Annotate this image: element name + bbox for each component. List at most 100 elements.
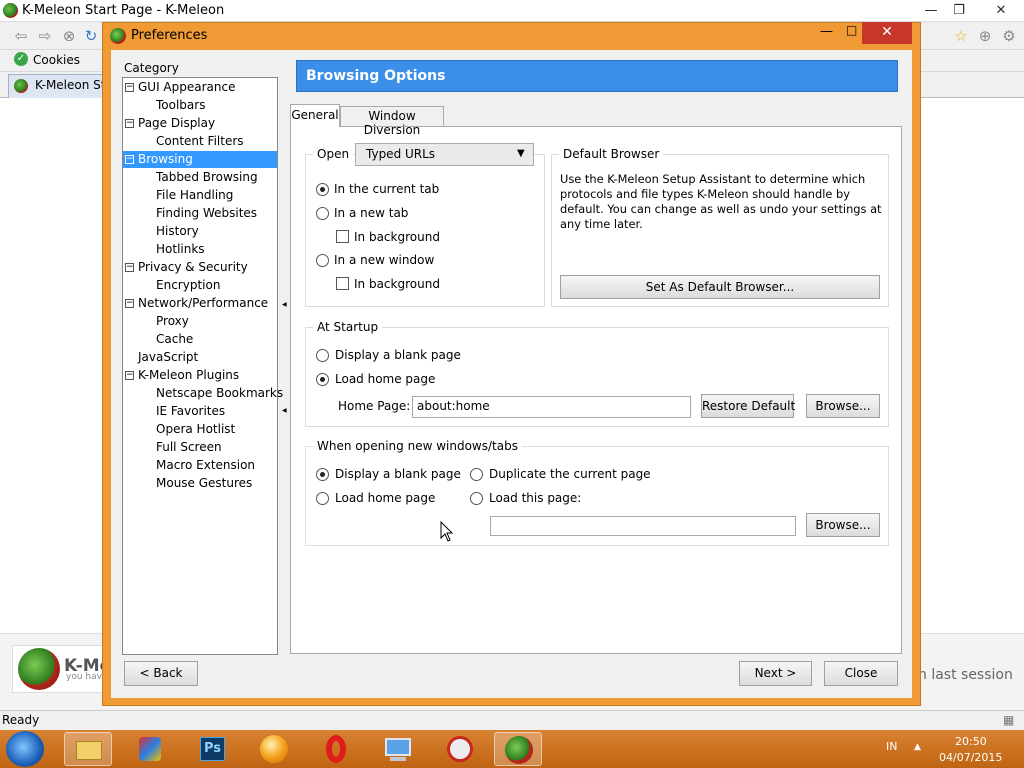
tray-chevron-icon[interactable]: ▲ xyxy=(914,742,921,752)
radio-new-tab[interactable] xyxy=(316,207,329,220)
restore-default-button[interactable]: Restore Default xyxy=(701,394,795,418)
clock-date[interactable]: 04/07/2015 xyxy=(939,751,1002,764)
tree-item[interactable]: JavaScript xyxy=(135,349,201,366)
status-bar: Ready xyxy=(0,710,1024,730)
startup-blank-label: Display a blank page xyxy=(335,348,461,362)
dialog-logo-icon xyxy=(110,28,126,44)
dialog-minimize-icon[interactable]: — xyxy=(820,24,833,39)
gear-icon[interactable]: ⚙ xyxy=(1000,27,1018,45)
browse-new-page-button[interactable]: Browse... xyxy=(806,513,880,537)
tree-item[interactable]: Netscape Bookmarks xyxy=(153,385,286,402)
restore-icon[interactable]: ❐ xyxy=(944,0,974,22)
category-tree[interactable]: − GUI Appearance Toolbars − Page Display Cont… xyxy=(122,77,283,655)
tree-item[interactable]: Page Display xyxy=(135,115,218,132)
tree-item[interactable]: Opera Hotlist xyxy=(153,421,238,438)
tree-item[interactable]: Tabbed Browsing xyxy=(153,169,261,186)
tree-item[interactable]: History xyxy=(153,223,202,240)
tree-item[interactable]: Browsing xyxy=(123,151,277,168)
next-button[interactable]: Next > xyxy=(739,661,812,686)
stop-icon[interactable]: ⊗ xyxy=(60,27,78,45)
start-button-icon[interactable] xyxy=(6,731,44,767)
radio-duplicate-page[interactable] xyxy=(470,468,483,481)
tree-item[interactable]: Mouse Gestures xyxy=(153,475,255,492)
load-page-input[interactable] xyxy=(490,516,796,536)
add-icon[interactable]: ⊕ xyxy=(976,27,994,45)
tree-expander-icon[interactable]: − xyxy=(125,263,134,272)
tree-item[interactable]: File Handling xyxy=(153,187,236,204)
dialog-close-icon[interactable]: ✕ xyxy=(862,22,912,44)
tree-expander-icon[interactable]: − xyxy=(125,83,134,92)
radio-current-tab[interactable] xyxy=(316,183,329,196)
explorer-taskbar-icon[interactable] xyxy=(64,732,112,766)
minimize-icon[interactable]: — xyxy=(916,0,946,22)
close-icon[interactable]: ✕ xyxy=(978,0,1024,22)
clock-time[interactable]: 20:50 xyxy=(955,735,987,748)
current-tab-label: In the current tab xyxy=(334,182,440,196)
dialog-maximize-icon[interactable]: □ xyxy=(846,23,857,37)
tree-item[interactable]: Finding Websites xyxy=(153,205,260,222)
background-tab-label: In background xyxy=(354,230,440,244)
reload-icon[interactable]: ↻ xyxy=(82,27,100,45)
kmeleon-taskbar-icon[interactable] xyxy=(494,732,542,766)
home-page-input[interactable]: about:home xyxy=(412,396,691,418)
tree-item[interactable]: Content Filters xyxy=(153,133,247,150)
back-button[interactable]: < Back xyxy=(124,661,198,686)
radio-startup-home[interactable] xyxy=(316,373,329,386)
tree-item[interactable]: Network/Performance xyxy=(135,295,271,312)
bookmark-star-icon[interactable]: ☆ xyxy=(952,27,970,45)
tree-item[interactable]: Macro Extension xyxy=(153,457,258,474)
tab-general[interactable]: General xyxy=(290,104,340,127)
resize-grip-icon[interactable]: ▦ xyxy=(1003,713,1014,727)
tree-expander-icon[interactable]: − xyxy=(125,119,134,128)
close-button[interactable]: Close xyxy=(824,661,898,686)
radio-new-blank[interactable] xyxy=(316,468,329,481)
new-windows-legend: When opening new windows/tabs xyxy=(313,439,522,453)
paint-taskbar-icon[interactable] xyxy=(126,732,174,766)
tree-splitter[interactable]: ◀ ◀ xyxy=(280,77,289,655)
tree-item[interactable]: Hotlinks xyxy=(153,241,208,258)
check-icon: ✓ xyxy=(14,52,28,66)
tree-item[interactable]: Proxy xyxy=(153,313,192,330)
forward-arrow-icon[interactable]: ⇨ xyxy=(36,27,54,45)
tree-item[interactable]: GUI Appearance xyxy=(135,79,239,96)
new-tab-label: In a new tab xyxy=(334,206,409,220)
bookmark-cookies[interactable]: Cookies xyxy=(33,53,80,67)
tree-item[interactable]: Toolbars xyxy=(153,97,208,114)
splitter-arrow-icon: ◀ xyxy=(282,301,287,308)
radio-startup-blank[interactable] xyxy=(316,349,329,362)
redflag-taskbar-icon[interactable] xyxy=(436,732,484,766)
tree-item[interactable]: IE Favorites xyxy=(153,403,228,420)
default-browser-description: Use the K-Meleon Setup Assistant to dete… xyxy=(560,172,882,231)
new-home-label: Load home page xyxy=(335,491,436,505)
tree-expander-icon[interactable]: − xyxy=(125,371,134,380)
tree-item[interactable]: Encryption xyxy=(153,277,223,294)
checkbox-background-window[interactable] xyxy=(336,277,349,290)
browse-home-button[interactable]: Browse... xyxy=(806,394,880,418)
tab-window-diversion[interactable]: Window Diversion xyxy=(340,106,444,137)
open-dropdown-value: Typed URLs xyxy=(366,147,436,161)
kmeleon-logo-icon xyxy=(3,3,18,18)
set-default-browser-button[interactable]: Set As Default Browser... xyxy=(560,275,880,299)
tree-item[interactable]: K-Meleon Plugins xyxy=(135,367,242,384)
new-blank-label: Display a blank page xyxy=(335,467,461,481)
orange-app-taskbar-icon[interactable] xyxy=(250,732,298,766)
language-indicator[interactable]: IN xyxy=(886,740,897,753)
category-label: Category xyxy=(124,61,179,75)
tree-expander-icon[interactable]: − xyxy=(125,299,134,308)
checkbox-background-tab[interactable] xyxy=(336,230,349,243)
tree-expander-icon[interactable]: − xyxy=(125,155,134,164)
new-window-label: In a new window xyxy=(334,253,435,267)
radio-new-home[interactable] xyxy=(316,492,329,505)
radio-load-this-page[interactable] xyxy=(470,492,483,505)
open-dropdown[interactable]: Typed URLs xyxy=(355,143,534,166)
tree-item[interactable]: Privacy & Security xyxy=(135,259,251,276)
computer-taskbar-icon[interactable] xyxy=(374,732,422,766)
opera-taskbar-icon[interactable] xyxy=(312,732,360,766)
radio-new-window[interactable] xyxy=(316,254,329,267)
kmeleon-logo xyxy=(18,648,60,690)
photoshop-taskbar-icon[interactable]: Ps xyxy=(188,732,236,766)
background-window-label: In background xyxy=(354,277,440,291)
tree-item[interactable]: Full Screen xyxy=(153,439,225,456)
tree-item[interactable]: Cache xyxy=(153,331,196,348)
back-arrow-icon[interactable]: ⇦ xyxy=(12,27,30,45)
